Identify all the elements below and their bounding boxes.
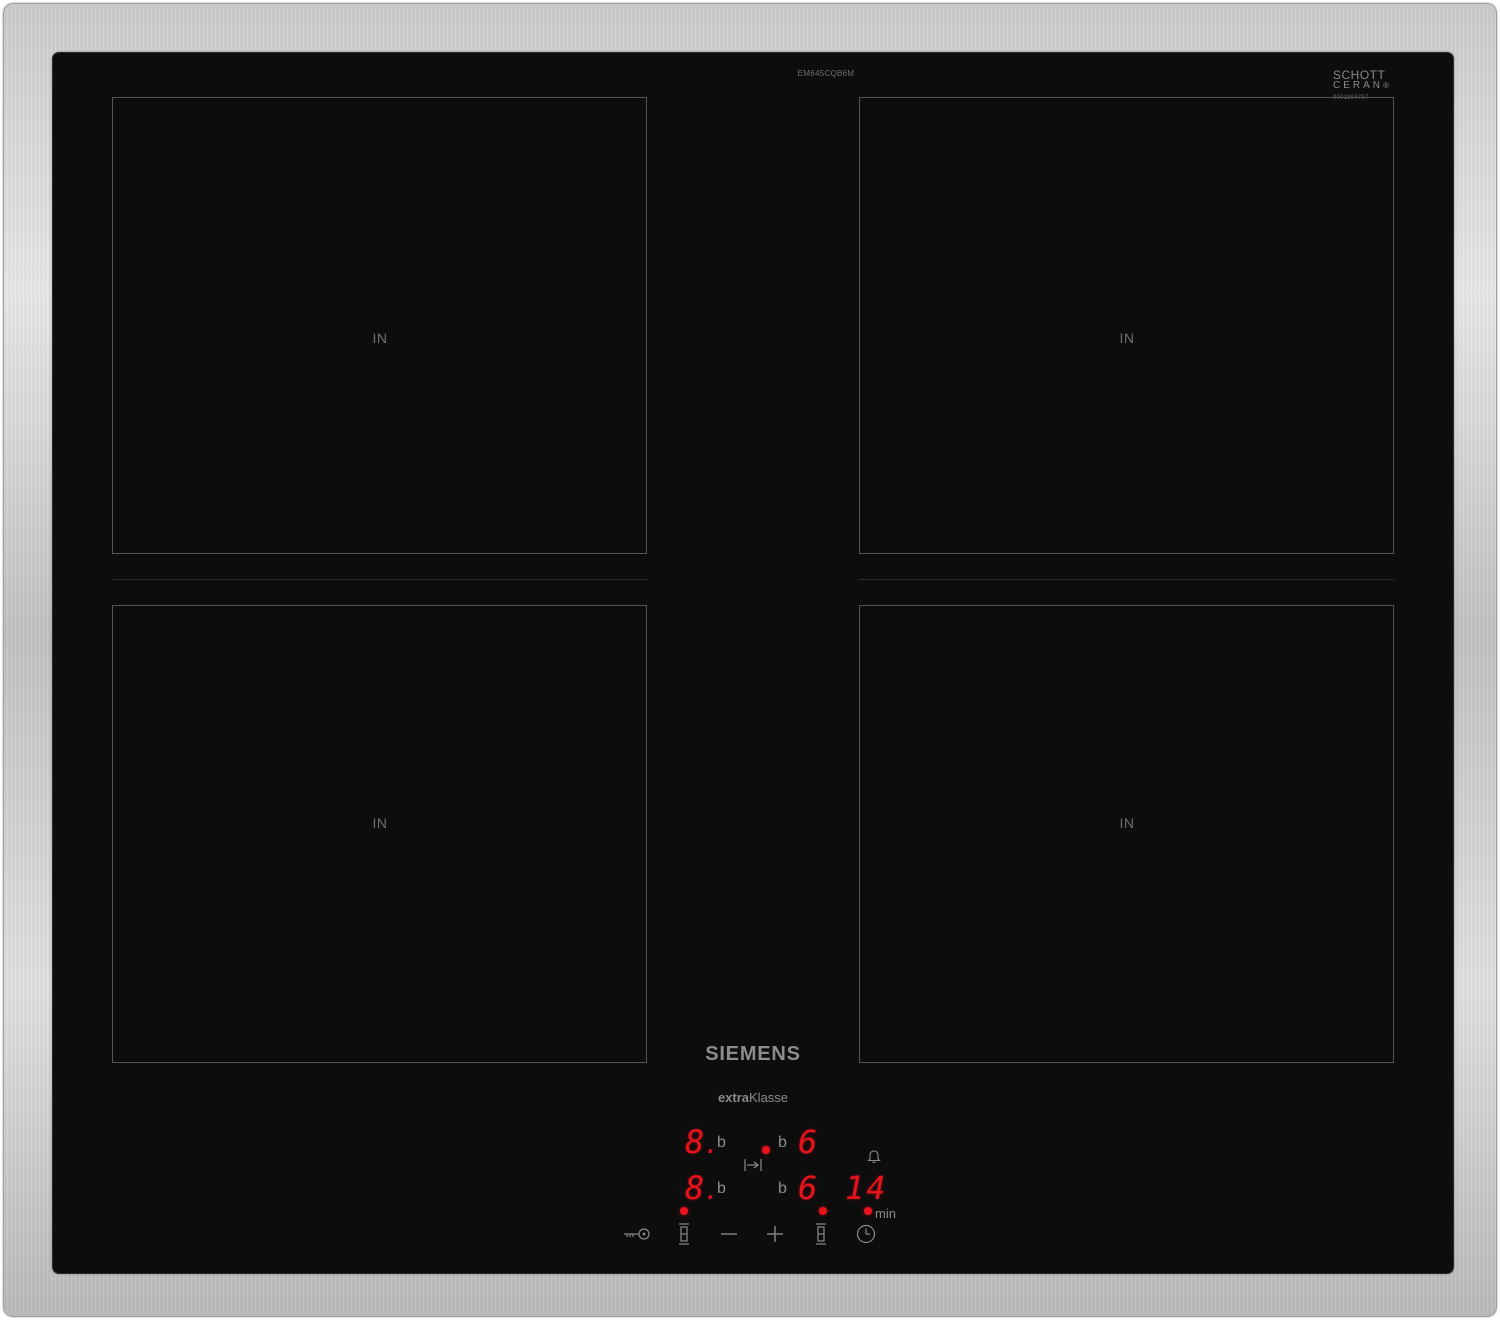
flex-zone-divider-left (112, 579, 647, 580)
cooking-zone-rear-right[interactable]: IN (859, 97, 1394, 554)
model-code: EM645CQB6M (797, 69, 855, 78)
left-front-power-display: 8 (685, 1172, 719, 1204)
timer-unit-label: min (875, 1206, 896, 1221)
key-lock-icon[interactable] (621, 1223, 653, 1245)
brand-logo: SIEMENS (705, 1043, 801, 1065)
subbrand-prefix: extra (717, 1090, 750, 1105)
subbrand-suffix: Klasse (749, 1090, 789, 1105)
clock-icon[interactable] (855, 1223, 877, 1245)
booster-indicator: b (778, 1180, 787, 1197)
cooking-zone-rear-left[interactable]: IN (112, 97, 647, 554)
booster-indicator: b (717, 1134, 726, 1151)
zone-selected-led (762, 1146, 770, 1154)
plus-icon[interactable] (764, 1223, 786, 1245)
minus-icon[interactable] (718, 1223, 740, 1245)
left-rear-power-display: 8 (685, 1126, 719, 1158)
right-front-power-display: 6 (798, 1169, 818, 1207)
right-rear-power-display: 6 (798, 1123, 818, 1161)
timer-active-led (864, 1207, 872, 1215)
booster-indicator: b (778, 1134, 787, 1151)
lock-active-led (680, 1207, 688, 1215)
induction-marker: IN (1119, 815, 1135, 831)
stainless-steel-frame: EM645CQB6M SCHOTT CERAN® 9001804797 IN I… (3, 3, 1497, 1317)
booster-indicator: b (717, 1180, 726, 1197)
zone-select-left-icon[interactable] (673, 1221, 695, 1247)
cooking-zone-front-left[interactable]: IN (112, 605, 647, 1063)
induction-marker: IN (1119, 330, 1135, 346)
zone-selected-led (819, 1207, 827, 1215)
ceran-line: CERAN® (1333, 81, 1413, 91)
induction-marker: IN (372, 815, 388, 831)
subbrand-label: extraKlasse (653, 1090, 853, 1105)
ceramic-glass-surface: EM645CQB6M SCHOTT CERAN® 9001804797 IN I… (53, 53, 1453, 1273)
bell-icon[interactable] (863, 1147, 885, 1165)
ceran-text: CERAN (1333, 80, 1384, 91)
zone-select-right-icon[interactable] (810, 1221, 832, 1247)
flex-zone-divider-right (859, 579, 1394, 580)
move-function-icon[interactable] (742, 1156, 764, 1174)
registered-mark: ® (1383, 81, 1389, 90)
induction-marker: IN (372, 330, 388, 346)
cooking-zone-front-right[interactable]: IN (859, 605, 1394, 1063)
timer-display: 14 (845, 1169, 888, 1207)
